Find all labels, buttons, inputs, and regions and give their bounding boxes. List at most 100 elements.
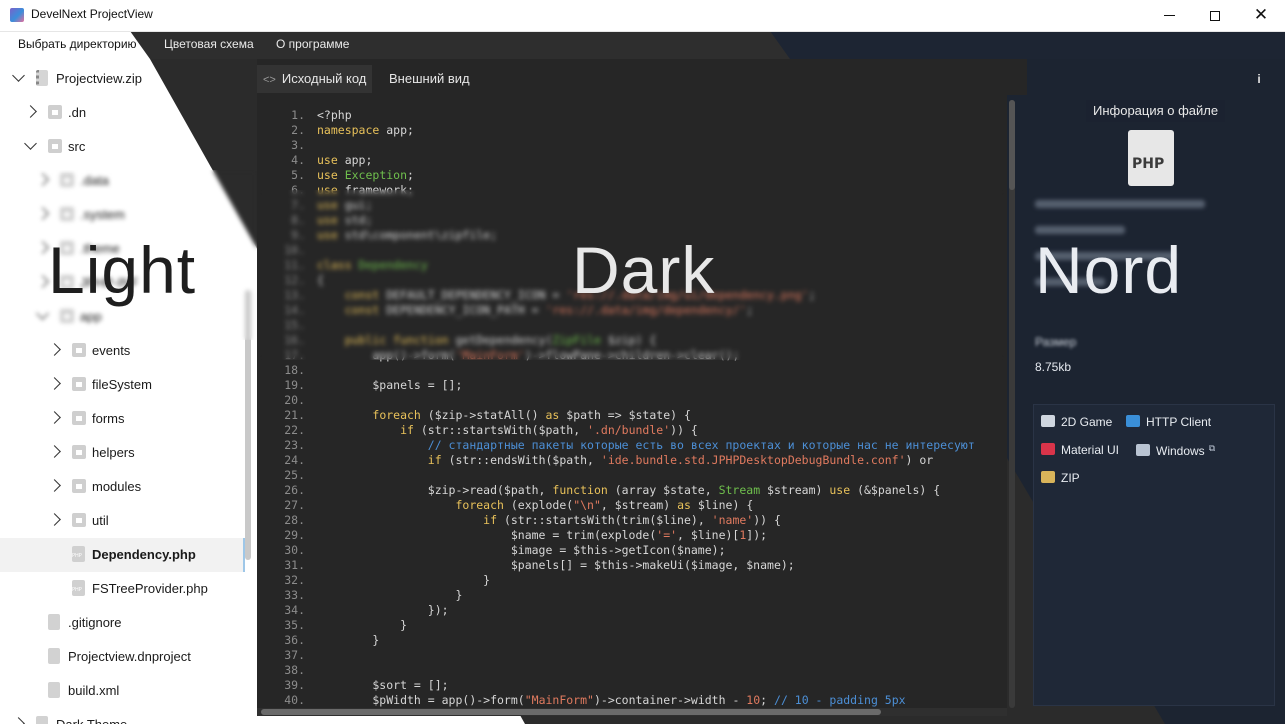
code-token: use: [317, 228, 338, 242]
tree-scrollbar[interactable]: [245, 290, 251, 560]
code-token: $stream): [760, 483, 830, 497]
code-token: ZipFile: [552, 333, 601, 347]
menu-choose-directory[interactable]: Выбрать директорию: [18, 37, 137, 51]
tree-item-label: FSTreeProvider.php: [92, 581, 208, 596]
tab-source-code[interactable]: <> Исходный код: [257, 65, 373, 93]
chevron-right-icon[interactable]: [48, 343, 61, 356]
code-line: 25.: [257, 468, 975, 483]
chevron-right-icon[interactable]: [36, 207, 49, 220]
code-token: "MainForm": [524, 693, 594, 707]
maximize-icon: [1210, 10, 1220, 21]
line-number: 17.: [284, 348, 305, 362]
chevron-right-icon[interactable]: [36, 275, 49, 288]
folder-file-icon: [72, 479, 86, 493]
code-token: const: [344, 288, 380, 302]
code-token: $line) {: [690, 498, 754, 512]
code-token: // 10 - padding 5px: [774, 693, 906, 707]
line-number: 32.: [284, 573, 305, 587]
close-icon: ✕: [1253, 5, 1269, 25]
tree-item[interactable]: build.xml: [0, 674, 245, 708]
code-line: 36. }: [257, 633, 975, 648]
dependency-zip[interactable]: ZIP: [1041, 471, 1080, 485]
tree-item[interactable]: .system: [0, 198, 245, 232]
php-file-icon: [72, 546, 85, 562]
minimize-button[interactable]: [1146, 0, 1192, 31]
tree-item[interactable]: helpers: [0, 436, 245, 470]
code-token: foreach: [372, 408, 421, 422]
tree-item[interactable]: events: [0, 334, 245, 368]
project-tree[interactable]: Projectview.zip .dn src .data .system .theme J…: [0, 59, 257, 724]
code-token: Dependency: [351, 258, 428, 272]
line-number: 33.: [284, 588, 305, 602]
tree-item[interactable]: util: [0, 504, 245, 538]
tree-item[interactable]: Projectview.dnproject: [0, 640, 245, 674]
dependency-http-client[interactable]: HTTP Client: [1126, 415, 1211, 429]
chevron-down-icon[interactable]: [12, 69, 25, 82]
code-line: 4. use app;: [257, 153, 975, 168]
code-line: 31. $panels[] = $this->makeUi($image, $n…: [257, 558, 975, 573]
dependency-2d-game[interactable]: 2D Game: [1041, 415, 1112, 429]
code-token: 10: [746, 693, 761, 707]
chevron-right-icon[interactable]: [24, 105, 37, 118]
line-number: 9.: [291, 228, 305, 242]
chevron-right-icon[interactable]: [48, 411, 61, 424]
zip-file-icon: [36, 70, 48, 86]
info-icon[interactable]: i: [1248, 68, 1270, 90]
code-token: }: [317, 588, 463, 602]
editor-vertical-scrollbar[interactable]: [1009, 100, 1015, 708]
code-token: as: [677, 498, 691, 512]
tree-item[interactable]: Dark Theme: [0, 708, 245, 724]
code-token: namespace: [317, 123, 380, 137]
tree-item-label: Projectview.zip: [56, 71, 142, 86]
close-button[interactable]: ✕: [1238, 0, 1284, 31]
chevron-right-icon[interactable]: [36, 173, 49, 186]
tree-item[interactable]: forms: [0, 402, 245, 436]
tree-item-label: util: [92, 513, 109, 528]
chevron-right-icon[interactable]: [36, 241, 49, 254]
menu-color-scheme[interactable]: Цветовая схема: [164, 37, 254, 51]
line-number: 11.: [284, 258, 305, 272]
tree-item[interactable]: fileSystem: [0, 368, 245, 402]
code-line: 40. $pWidth = app()->form("MainForm")->c…: [257, 693, 975, 708]
line-number: 22.: [284, 423, 305, 437]
dependency-material-ui[interactable]: Material UI: [1041, 443, 1119, 457]
code-editor[interactable]: 1. <?php 2. namespace app; 3. 4. use app; 5. us…: [257, 95, 1007, 712]
line-number: 20.: [284, 393, 305, 407]
menu-bar: Выбрать директорию Цветовая схема О прог…: [0, 31, 1285, 59]
folder-file-icon: [48, 105, 62, 119]
tree-item-label: app: [80, 309, 102, 324]
tree-item[interactable]: .gitignore: [0, 606, 245, 640]
code-token: use: [317, 153, 338, 167]
code-line: 22. if (str::startsWith($path, '.dn/bund…: [257, 423, 975, 438]
chevron-right-icon[interactable]: [48, 445, 61, 458]
chevron-right-icon[interactable]: [48, 479, 61, 492]
chevron-down-icon[interactable]: [24, 137, 37, 150]
zip-icon: [1041, 471, 1055, 483]
tab-appearance[interactable]: Внешний вид: [389, 65, 470, 93]
code-token: app;: [337, 153, 373, 167]
chevron-down-icon[interactable]: [36, 307, 49, 320]
file-size-value: 8.75kb: [1035, 360, 1072, 374]
line-number: 14.: [284, 303, 305, 317]
maximize-button[interactable]: [1192, 0, 1238, 31]
chevron-right-icon[interactable]: [48, 513, 61, 526]
tree-item-label: modules: [92, 479, 142, 494]
chevron-right-icon[interactable]: [48, 377, 61, 390]
chevron-right-icon[interactable]: [12, 717, 25, 724]
tree-item[interactable]: Projectview.zip: [0, 62, 245, 96]
tree-item[interactable]: src: [0, 130, 245, 164]
code-line: 34. });: [257, 603, 975, 618]
dependency-windows[interactable]: Windows ⧉: [1136, 443, 1215, 458]
line-number: 5.: [291, 168, 305, 182]
tree-item[interactable]: FSTreeProvider.php: [0, 572, 245, 606]
tree-item[interactable]: .dn: [0, 96, 245, 130]
folder-file-icon: [60, 309, 74, 323]
tree-item-label: .gitignore: [68, 615, 122, 630]
tree-item[interactable]: modules: [0, 470, 245, 504]
line-number: 23.: [284, 438, 305, 452]
tree-item[interactable]: .data: [0, 164, 245, 198]
code-token: (str::startsWith($path,: [413, 423, 588, 437]
menu-about[interactable]: О программе: [276, 37, 349, 51]
tree-item[interactable]: Dependency.php: [0, 538, 245, 572]
editor-horizontal-scrollbar[interactable]: [257, 708, 1007, 716]
